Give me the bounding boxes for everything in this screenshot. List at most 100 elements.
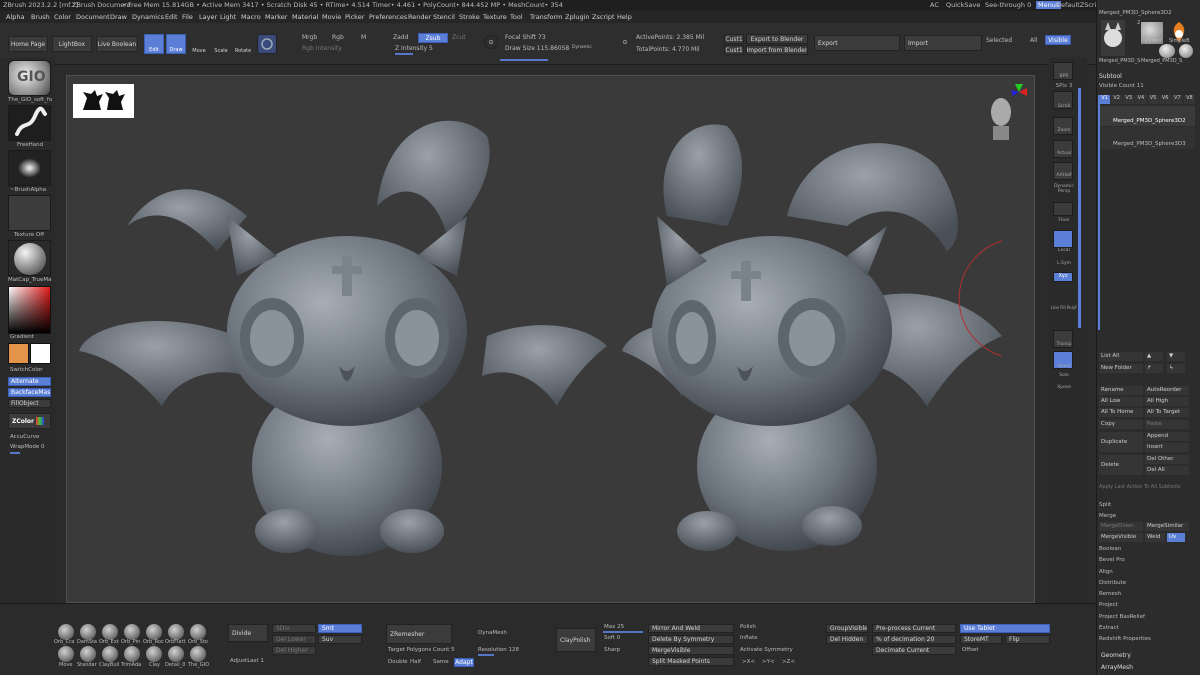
adapt-toggle[interactable]: Adapt [454, 658, 474, 667]
backface-mask-toggle[interactable]: BackfaceMask [8, 388, 51, 397]
solo-label[interactable]: Solo [1049, 373, 1079, 378]
vset-1[interactable]: V1 [1099, 95, 1111, 104]
dynamic-persp-toggle[interactable]: Dynamic Persp [1049, 184, 1079, 194]
smt-toggle[interactable]: Smt [318, 624, 362, 633]
material-thumbnail[interactable] [8, 240, 51, 276]
menu-dynamics[interactable]: Dynamics [132, 13, 164, 21]
ac-label[interactable]: AC [930, 1, 939, 9]
home-page-button[interactable]: Home Page [8, 36, 48, 52]
sym-z-toggle[interactable]: >Z< [782, 659, 795, 665]
split-masked-points-button[interactable]: Split Masked Points [648, 657, 734, 666]
rename-button[interactable]: Rename [1099, 386, 1143, 395]
same-toggle[interactable]: Same [433, 659, 449, 665]
remesh-section[interactable]: Remesh [1099, 591, 1121, 597]
rgb-toggle[interactable]: Rgb [332, 34, 344, 41]
menu-color[interactable]: Color [54, 13, 71, 21]
subtool-header[interactable]: Subtool [1099, 73, 1122, 80]
lsym-toggle[interactable]: L.Sym [1049, 261, 1079, 266]
brush-clay[interactable] [146, 646, 162, 662]
max-slider[interactable]: Max 25 [604, 624, 624, 630]
gradient-label[interactable]: Gradient [10, 334, 34, 340]
see-through-slider[interactable]: See-through 0 [985, 1, 1031, 9]
import-from-blender-button[interactable]: Import from Blender [746, 45, 808, 55]
adjustlast-slider[interactable]: AdjustLast 1 [230, 658, 264, 664]
vset-8[interactable]: V8 [1183, 95, 1195, 104]
menu-texture[interactable]: Texture [483, 13, 507, 21]
menu-draw[interactable]: Draw [110, 13, 127, 21]
xpose-label[interactable]: Xpose [1049, 385, 1079, 390]
apply-last-action-button[interactable]: Apply Last Action To All Subtools [1099, 484, 1180, 490]
geometry-section[interactable]: Geometry [1101, 652, 1131, 659]
export-to-blender-button[interactable]: Export to Blender [746, 34, 808, 44]
menu-stroke[interactable]: Stroke [459, 13, 480, 21]
all-high-button[interactable]: All High [1145, 397, 1189, 406]
arrow-up-icon[interactable]: ▲ [1145, 352, 1163, 361]
menu-stencil[interactable]: Stencil [433, 13, 455, 21]
merge-section[interactable]: Merge [1099, 513, 1116, 519]
xyz-toggle[interactable]: Xyz [1053, 272, 1073, 282]
sym-x-toggle[interactable]: >X< [742, 659, 755, 665]
zsub-toggle[interactable]: Zsub [418, 33, 448, 43]
align-section[interactable]: Align [1099, 569, 1113, 575]
right-shelf-scrollbar[interactable] [1078, 88, 1081, 328]
live-boolean-button[interactable]: Live Boolean [96, 36, 138, 52]
del-other-button[interactable]: Del Other [1145, 455, 1189, 464]
export-button[interactable]: Export [814, 35, 900, 51]
wrapmode-slider[interactable]: WrapMode 0 [10, 444, 45, 450]
main-color-swatch[interactable] [8, 343, 29, 364]
brush-orb-cra[interactable] [58, 624, 74, 640]
brush-orb-roc[interactable] [146, 624, 162, 640]
menu-document[interactable]: Document [76, 13, 110, 21]
cust1-a-button[interactable]: Cust1 [724, 34, 744, 44]
move-up-icon[interactable]: ↱ [1145, 364, 1163, 373]
all-to-home-button[interactable]: All To Home [1099, 408, 1143, 417]
activate-symmetry-toggle[interactable]: Activate Symmetry [740, 647, 793, 653]
resolution-slider[interactable]: Resolution 128 [478, 647, 519, 653]
boolean-section[interactable]: Boolean [1099, 546, 1121, 552]
draw-mode-button[interactable]: Draw [166, 34, 186, 54]
rgb-intensity-slider[interactable]: Rgb Intensity [302, 45, 342, 52]
append-button[interactable]: Append [1145, 432, 1189, 441]
brush-orb-pin[interactable] [124, 624, 140, 640]
use-tablet-toggle[interactable]: Use Tablet [960, 624, 1050, 633]
project-basrelief-section[interactable]: Project BasRelief [1099, 614, 1145, 620]
menu-zscript[interactable]: Zscript [592, 13, 615, 21]
menu-macro[interactable]: Macro [241, 13, 261, 21]
decimation-percent-slider[interactable]: % of decimation 20 [872, 635, 956, 644]
vset-7[interactable]: V7 [1171, 95, 1183, 104]
move-mode-button[interactable]: Move [189, 34, 209, 54]
draw-size-slider[interactable]: Draw Size 115.86058 [505, 45, 569, 52]
brush-trimadaptive[interactable] [124, 646, 140, 662]
menu-material[interactable]: Material [292, 13, 318, 21]
del-lower-button[interactable]: Del Lower [272, 635, 316, 644]
copy-button[interactable]: Copy [1099, 420, 1143, 429]
split-section[interactable]: Split [1099, 502, 1111, 508]
duplicate-button[interactable]: Duplicate [1099, 432, 1143, 452]
menu-brush[interactable]: Brush [31, 13, 50, 21]
double-toggle[interactable]: Double [388, 659, 408, 665]
sculpt-model[interactable] [67, 76, 1036, 604]
spix-slider[interactable]: SPix 3 [1049, 83, 1079, 89]
menu-transform[interactable]: Transform [530, 13, 562, 21]
inflate-slider[interactable]: Inflate [740, 635, 757, 641]
subtool-item-1[interactable]: Merged_PM3D_Sphere3D2 [1099, 106, 1195, 126]
menu-picker[interactable]: Picker [345, 13, 364, 21]
zcut-toggle[interactable]: Zcut [452, 34, 466, 41]
brush-orb-ext[interactable] [102, 624, 118, 640]
navigation-head-gizmo[interactable] [979, 82, 1035, 142]
paste-button[interactable]: Paste [1145, 420, 1189, 429]
bevel-pro-section[interactable]: Bevel Pro [1099, 557, 1125, 563]
menu-alpha[interactable]: Alpha [6, 13, 24, 21]
move-down-icon[interactable]: ↳ [1167, 364, 1185, 373]
visible-toggle[interactable]: Visible [1045, 35, 1071, 45]
decimate-current-button[interactable]: Decimate Current [872, 646, 956, 655]
vset-6[interactable]: V6 [1159, 95, 1171, 104]
gizmo-icon[interactable] [257, 34, 277, 54]
dynamic-toggle[interactable]: Dynamic [572, 45, 592, 50]
claypolish-button[interactable]: ClayPolish [556, 628, 596, 652]
fill-object-button[interactable]: FillObject [8, 399, 51, 408]
suv-toggle[interactable]: Suv [318, 635, 362, 644]
vset-5[interactable]: V5 [1147, 95, 1159, 104]
merge-visible-bottom-button[interactable]: MergeVisible [648, 646, 734, 655]
import-button[interactable]: Import [904, 35, 982, 51]
